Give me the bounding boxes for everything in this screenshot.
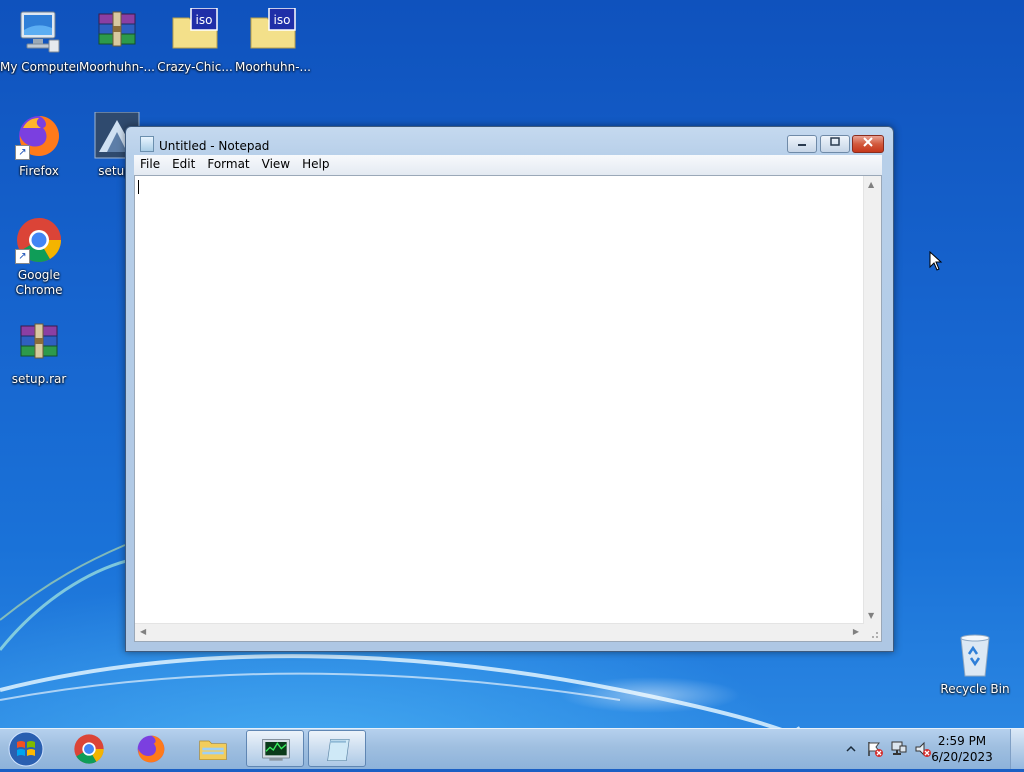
start-button[interactable] — [4, 730, 48, 768]
taskbar-task-manager[interactable] — [246, 730, 304, 767]
scroll-up-arrow-icon[interactable]: ▲ — [868, 180, 874, 190]
iso-badge: iso — [196, 13, 213, 27]
winrar-archive-icon — [93, 8, 141, 56]
desktop-icon-moorhuhn-archive[interactable]: Moorhuhn-... — [78, 8, 156, 75]
vertical-scrollbar[interactable]: ▲ ▼ — [863, 176, 881, 625]
taskbar-chrome[interactable] — [60, 730, 118, 767]
desktop-icon-setup-rar[interactable]: setup.rar — [0, 320, 78, 387]
maximize-button[interactable] — [820, 135, 850, 153]
minimize-icon — [798, 144, 806, 146]
desktop-icon-label: setup.rar — [11, 372, 67, 386]
menu-view[interactable]: View — [256, 155, 296, 171]
show-desktop-button[interactable] — [1010, 729, 1024, 769]
clock-time: 2:59 PM — [937, 734, 987, 748]
text-editor-area[interactable]: ▲ ▼ ◀ ▶ — [134, 175, 882, 642]
action-center-flag-icon[interactable] — [866, 740, 884, 758]
desktop-icon-label: Google Chrome — [15, 268, 63, 297]
desktop-icon-label: Firefox — [19, 164, 59, 178]
horizontal-scrollbar[interactable]: ◀ ▶ — [135, 623, 864, 641]
scroll-down-arrow-icon[interactable]: ▼ — [868, 611, 874, 621]
notepad-icon — [327, 739, 350, 761]
iso-file-icon: iso — [249, 7, 297, 56]
computer-icon — [15, 8, 63, 56]
taskbar-notepad[interactable] — [308, 730, 366, 767]
taskbar-firefox[interactable] — [122, 730, 180, 767]
desktop-icon-label: Moorhuhn-... — [79, 60, 155, 74]
shortcut-arrow-icon: ↗ — [15, 249, 30, 264]
desktop-icon-recycle-bin[interactable]: Recycle Bin — [936, 630, 1014, 697]
desktop[interactable]: My Computer Moorhuhn-... iso Crazy-Chic.… — [0, 0, 1024, 728]
taskbar: 2:59 PM 6/20/2023 — [0, 728, 1024, 769]
menu-help[interactable]: Help — [296, 155, 335, 171]
recycle-bin-icon — [951, 630, 999, 678]
notepad-window[interactable]: Untitled - Notepad File Edit Format View Hel… — [125, 126, 894, 652]
desktop-icon-label: My Computer — [0, 60, 78, 74]
scroll-right-arrow-icon[interactable]: ▶ — [853, 627, 859, 637]
desktop-icon-label: Crazy-Chic... — [157, 60, 233, 74]
desktop-icon-crazy-chicken-iso[interactable]: iso Crazy-Chic... — [156, 7, 234, 75]
clock-date: 6/20/2023 — [931, 750, 993, 764]
maximize-icon — [830, 137, 840, 146]
windows-logo-icon — [8, 731, 44, 767]
menu-file[interactable]: File — [134, 155, 166, 171]
desktop-icon-label: Moorhuhn-... — [235, 60, 311, 74]
firefox-icon — [137, 735, 165, 763]
menu-bar: File Edit Format View Help — [134, 155, 882, 175]
minimize-button[interactable] — [787, 135, 817, 153]
window-titlebar[interactable]: Untitled - Notepad — [140, 136, 269, 153]
chrome-icon — [74, 734, 104, 764]
desktop-icon-label: Recycle Bin — [940, 682, 1010, 696]
network-icon[interactable] — [890, 740, 908, 758]
task-manager-icon — [262, 739, 290, 761]
firefox-icon: ↗ — [15, 112, 63, 160]
taskbar-file-explorer[interactable] — [184, 730, 242, 767]
iso-file-icon: iso — [171, 7, 219, 56]
chrome-icon: ↗ — [15, 216, 63, 264]
menu-format[interactable]: Format — [201, 155, 255, 171]
mouse-cursor-icon — [929, 251, 943, 271]
resize-grip-icon[interactable] — [864, 624, 881, 641]
notepad-icon — [140, 136, 154, 152]
scroll-left-arrow-icon[interactable]: ◀ — [140, 627, 146, 637]
file-explorer-icon — [199, 740, 227, 760]
window-title: Untitled - Notepad — [159, 139, 270, 153]
desktop-icon-google-chrome[interactable]: ↗ Google Chrome — [0, 216, 78, 298]
show-hidden-icons-chevron[interactable] — [846, 744, 856, 754]
desktop-icon-moorhuhn-iso[interactable]: iso Moorhuhn-... — [234, 7, 312, 75]
iso-badge: iso — [274, 13, 291, 27]
desktop-icon-firefox[interactable]: ↗ Firefox — [0, 112, 78, 179]
winrar-archive-icon — [15, 320, 63, 368]
menu-edit[interactable]: Edit — [166, 155, 201, 171]
text-caret — [138, 180, 139, 194]
close-button[interactable] — [852, 135, 884, 153]
taskbar-clock[interactable]: 2:59 PM 6/20/2023 — [922, 733, 1002, 765]
shortcut-arrow-icon: ↗ — [15, 145, 30, 160]
close-icon — [863, 137, 873, 147]
desktop-icon-my-computer[interactable]: My Computer — [0, 8, 78, 75]
